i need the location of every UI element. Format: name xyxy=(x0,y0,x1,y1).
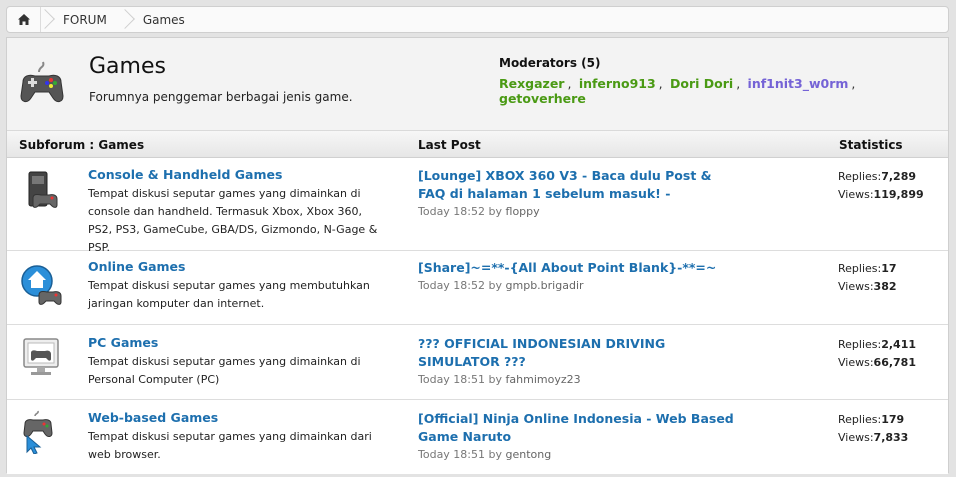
subforum-link[interactable]: Online Games xyxy=(88,259,185,274)
views-count: 382 xyxy=(873,280,897,293)
subforum-description: Tempat diskusi seputar games yang dimain… xyxy=(88,187,378,254)
last-post-meta: Today 18:52 by floppy xyxy=(418,205,540,218)
last-post-user[interactable]: fahmimoyz23 xyxy=(506,373,581,386)
last-post-link[interactable]: [Lounge] XBOX 360 V3 - Baca dulu Post & … xyxy=(418,167,738,203)
moderator-link[interactable]: Rexgazer xyxy=(499,76,564,91)
replies-label: Replies: xyxy=(838,338,882,351)
last-post-link[interactable]: ??? OFFICIAL INDONESIAN DRIVING SIMULATO… xyxy=(418,335,738,371)
moderators-label: Moderators (5) xyxy=(499,56,601,70)
views-count: 66,781 xyxy=(873,356,916,369)
moderator-link[interactable]: getoverhere xyxy=(499,91,586,106)
moderator-link[interactable]: inf1nit3_w0rm xyxy=(748,76,849,91)
replies-count: 7,289 xyxy=(881,170,917,183)
last-post-user[interactable]: gentong xyxy=(506,448,552,461)
by-label: by xyxy=(488,448,503,461)
table-header: Subforum : Games Last Post Statistics xyxy=(7,130,948,158)
last-post-time: Today 18:51 xyxy=(418,448,486,461)
subforum-description: Tempat diskusi seputar games yang dimain… xyxy=(88,355,361,386)
subforum-description: Tempat diskusi seputar games yang membut… xyxy=(88,279,370,310)
last-post-meta: Today 18:51 by fahmimoyz23 xyxy=(418,373,581,386)
subforum-row-pc: PC Games Tempat diskusi seputar games ya… xyxy=(7,325,948,400)
subforum-stats: Replies:2,411 Views:66,781 xyxy=(838,336,916,372)
replies-label: Replies: xyxy=(838,170,882,183)
subforum-stats: Replies:7,289 Views:119,899 xyxy=(838,168,924,204)
last-post-link[interactable]: [Official] Ninja Online Indonesia - Web … xyxy=(418,410,738,446)
online-games-icon xyxy=(21,265,62,305)
forum-panel: Games Forumnya penggemar berbagai jenis … xyxy=(6,37,949,474)
col-lastpost: Last Post xyxy=(418,138,481,152)
last-post-time: Today 18:52 xyxy=(418,205,486,218)
moderators: Moderators (5) Rexgazer, inferno913, Dor… xyxy=(499,56,948,106)
last-post-user[interactable]: gmpb.brigadir xyxy=(506,279,584,292)
views-count: 7,833 xyxy=(873,431,909,444)
subforum-link[interactable]: Web-based Games xyxy=(88,410,218,425)
subforum-row-web: Web-based Games Tempat diskusi seputar g… xyxy=(7,400,948,474)
page-title: Games xyxy=(89,54,166,79)
subforum-link[interactable]: PC Games xyxy=(88,335,158,350)
last-post-meta: Today 18:51 by gentong xyxy=(418,448,551,461)
breadcrumb-separator xyxy=(121,7,129,32)
subforum-row-online: Online Games Tempat diskusi seputar game… xyxy=(7,251,948,325)
views-label: Views: xyxy=(838,280,874,293)
last-post-time: Today 18:52 xyxy=(418,279,486,292)
breadcrumb-separator xyxy=(41,7,49,32)
breadcrumb-forum[interactable]: FORUM xyxy=(49,7,121,32)
views-label: Views: xyxy=(838,431,874,444)
replies-count: 2,411 xyxy=(881,338,917,351)
subforum-stats: Replies:17 Views:382 xyxy=(838,260,897,296)
console-icon xyxy=(28,171,58,208)
moderators-list: Rexgazer, inferno913, Dori Dori, inf1nit… xyxy=(499,76,856,106)
moderator-link[interactable]: inferno913 xyxy=(579,76,656,91)
subforum-description: Tempat diskusi seputar games yang dimain… xyxy=(88,430,372,461)
last-post-user[interactable]: floppy xyxy=(506,205,540,218)
last-post-meta: Today 18:52 by gmpb.brigadir xyxy=(418,279,584,292)
last-post-time: Today 18:51 xyxy=(418,373,486,386)
by-label: by xyxy=(488,373,503,386)
subforum-row-console: Console & Handheld Games Tempat diskusi … xyxy=(7,158,948,254)
subforum-stats: Replies:179 Views:7,833 xyxy=(838,411,908,447)
last-post-link[interactable]: [Share]~=**-{All About Point Blank}-**=~ xyxy=(418,259,738,277)
gamepad-icon xyxy=(20,61,64,103)
views-count: 119,899 xyxy=(873,188,924,201)
col-subforum: Subforum : Games xyxy=(19,138,145,152)
replies-count: 179 xyxy=(881,413,905,426)
pc-games-icon xyxy=(23,338,59,375)
home-icon xyxy=(17,14,30,25)
web-games-icon xyxy=(23,410,53,454)
replies-count: 17 xyxy=(881,262,897,275)
breadcrumb-games[interactable]: Games xyxy=(129,7,199,32)
breadcrumb: FORUM Games xyxy=(6,6,949,33)
views-label: Views: xyxy=(838,188,874,201)
views-label: Views: xyxy=(838,356,874,369)
replies-label: Replies: xyxy=(838,262,882,275)
by-label: by xyxy=(488,279,503,292)
forum-header: Games Forumnya penggemar berbagai jenis … xyxy=(7,38,948,130)
col-statistics: Statistics xyxy=(839,138,903,152)
forum-description: Forumnya penggemar berbagai jenis game. xyxy=(89,90,353,104)
moderator-link[interactable]: Dori Dori xyxy=(670,76,733,91)
replies-label: Replies: xyxy=(838,413,882,426)
by-label: by xyxy=(488,205,503,218)
subforum-link[interactable]: Console & Handheld Games xyxy=(88,167,282,182)
